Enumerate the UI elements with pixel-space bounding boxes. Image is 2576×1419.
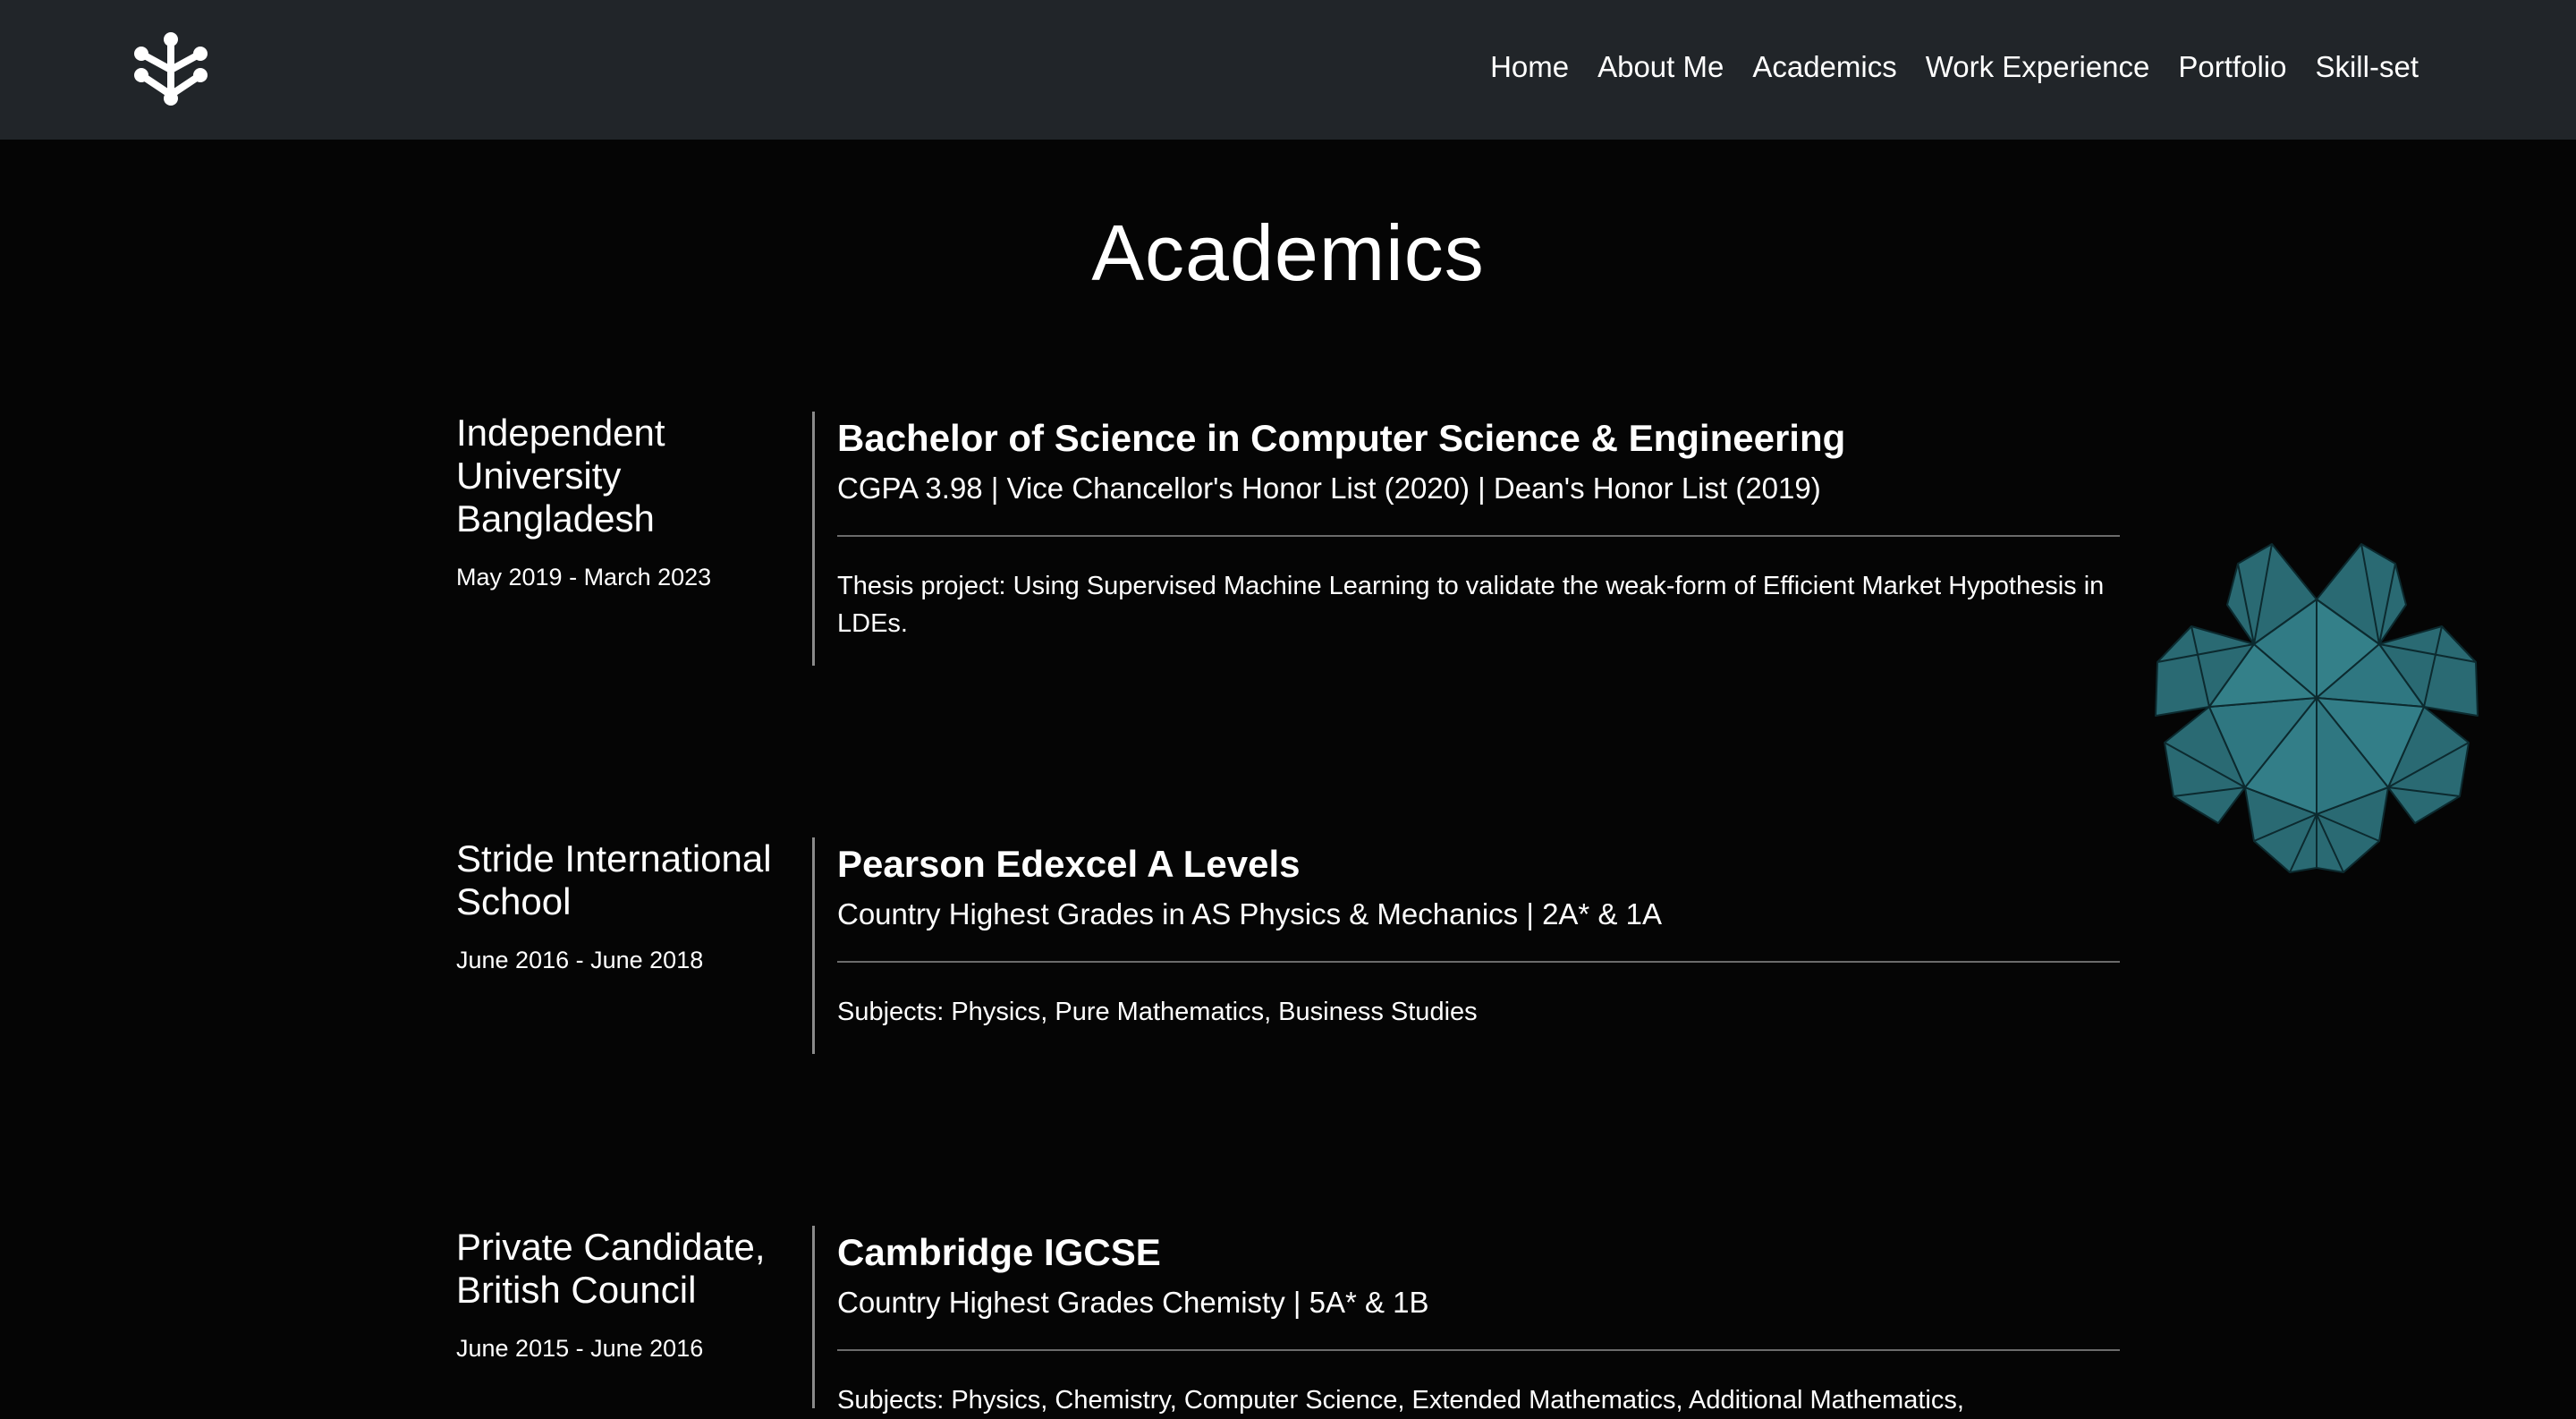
entry-left-column: Independent University Bangladesh May 20… bbox=[456, 412, 805, 592]
degree-honors: Country Highest Grades Chemisty | 5A* & … bbox=[837, 1286, 1429, 1319]
geodesic-flower-icon bbox=[2138, 528, 2496, 886]
nav-link-about-me[interactable]: About Me bbox=[1583, 47, 1738, 88]
entry-dates: June 2016 - June 2018 bbox=[456, 947, 704, 973]
tree-logo-icon[interactable] bbox=[132, 30, 209, 106]
nav-link-work-experience[interactable]: Work Experience bbox=[1911, 47, 2165, 88]
entry-right-column: Pearson Edexcel A Levels Country Highest… bbox=[837, 837, 2120, 1031]
entry-dates: May 2019 - March 2023 bbox=[456, 564, 712, 591]
horizontal-divider bbox=[837, 1349, 2120, 1351]
degree-title: Bachelor of Science in Computer Science … bbox=[837, 417, 1846, 459]
vertical-divider bbox=[812, 412, 815, 666]
nav-link-portfolio[interactable]: Portfolio bbox=[2164, 47, 2301, 88]
nav-link-academics[interactable]: Academics bbox=[1738, 47, 1911, 88]
vertical-divider bbox=[812, 1226, 815, 1408]
horizontal-divider bbox=[837, 535, 2120, 537]
degree-title: Cambridge IGCSE bbox=[837, 1231, 1161, 1273]
degree-honors: CGPA 3.98 | Vice Chancellor's Honor List… bbox=[837, 472, 1821, 505]
entry-left-column: Private Candidate, British Council June … bbox=[456, 1226, 805, 1364]
page-title: Academics bbox=[1091, 208, 1485, 297]
entry-description: Subjects: Physics, Chemistry, Computer S… bbox=[837, 1386, 1964, 1415]
entry-left-column: Stride International School June 2016 - … bbox=[456, 837, 805, 975]
horizontal-divider bbox=[837, 961, 2120, 963]
nav-link-home[interactable]: Home bbox=[1476, 47, 1583, 88]
entry-description: Subjects: Physics, Pure Mathematics, Bus… bbox=[837, 998, 1478, 1026]
school-name: Independent University Bangladesh bbox=[456, 412, 665, 540]
entry-dates: June 2015 - June 2016 bbox=[456, 1335, 704, 1362]
entry-right-column: Cambridge IGCSE Country Highest Grades C… bbox=[837, 1226, 2120, 1419]
nav-link-skill-set[interactable]: Skill-set bbox=[2301, 47, 2433, 88]
entry-right-column: Bachelor of Science in Computer Science … bbox=[837, 412, 2120, 642]
school-name: Stride International School bbox=[456, 837, 772, 922]
nav-links: Home About Me Academics Work Experience … bbox=[1476, 47, 2433, 88]
degree-title: Pearson Edexcel A Levels bbox=[837, 843, 1301, 885]
navbar: Home About Me Academics Work Experience … bbox=[0, 0, 2576, 140]
school-name: Private Candidate, British Council bbox=[456, 1226, 766, 1311]
vertical-divider bbox=[812, 837, 815, 1054]
degree-honors: Country Highest Grades in AS Physics & M… bbox=[837, 897, 1662, 930]
entry-description: Thesis project: Using Supervised Machine… bbox=[837, 572, 2105, 638]
